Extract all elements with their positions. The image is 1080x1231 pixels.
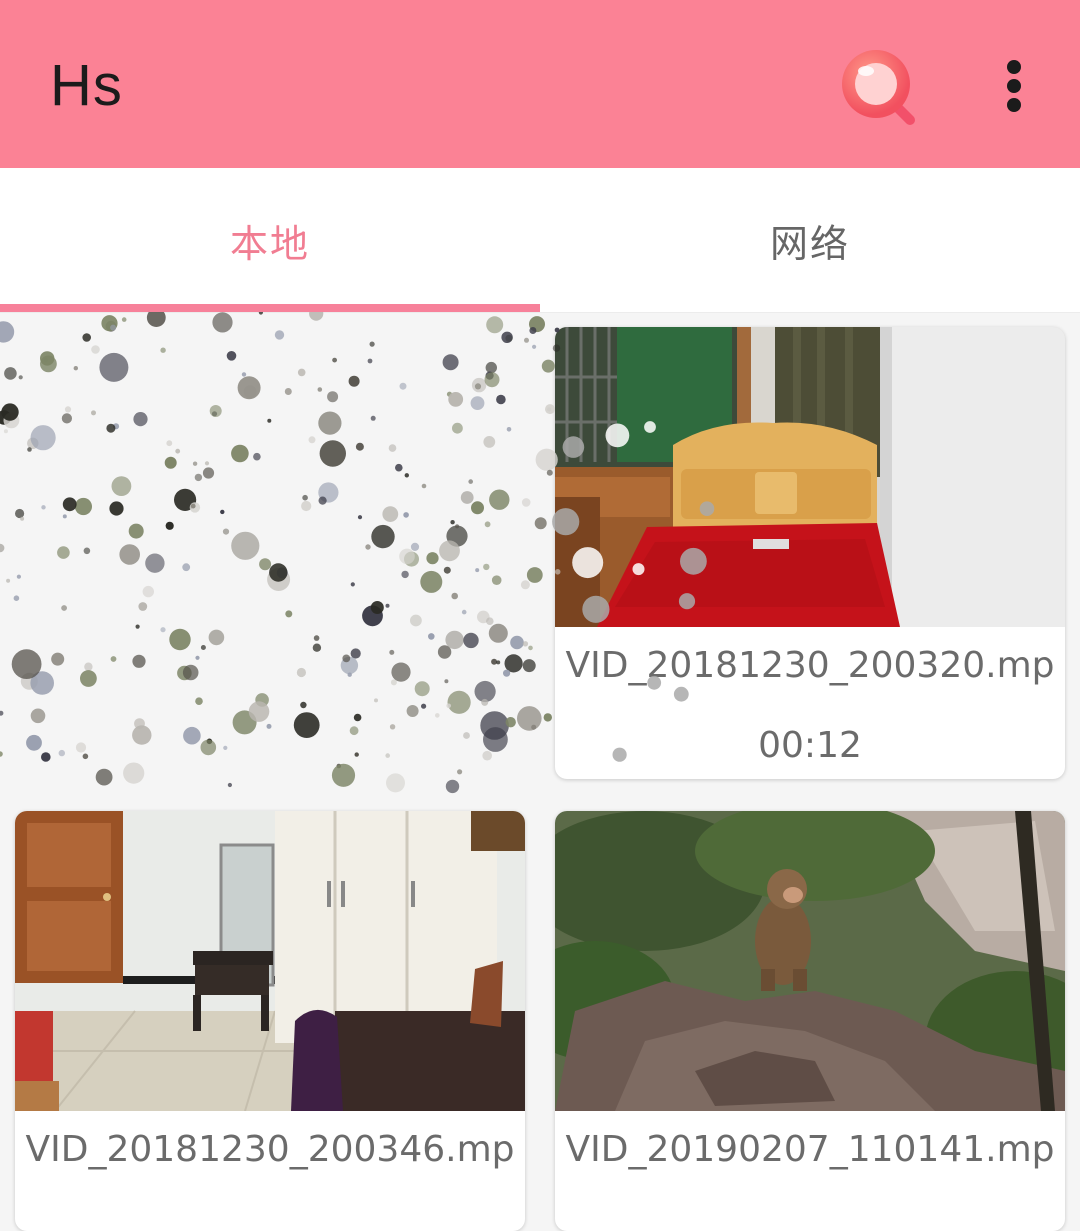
video-card[interactable]: VID_20181230_200320.mp 00:12 bbox=[555, 327, 1065, 779]
app-title: Hs bbox=[50, 53, 123, 118]
video-card[interactable]: VID_20190207_110141.mp bbox=[555, 811, 1065, 1231]
tab-bar: 本地 网络 bbox=[0, 168, 1080, 313]
tab-network[interactable]: 网络 bbox=[540, 168, 1080, 312]
search-icon bbox=[842, 50, 915, 125]
app-bar: Hs bbox=[0, 0, 1080, 168]
video-filename: VID_20181230_200346.mp bbox=[25, 1129, 515, 1170]
video-filename: VID_20190207_110141.mp bbox=[565, 1129, 1055, 1170]
video-filename: VID_20181230_200320.mp bbox=[565, 645, 1055, 686]
more-options-button[interactable] bbox=[990, 52, 1038, 118]
video-card[interactable]: VID_20181230_200346.mp bbox=[15, 811, 525, 1231]
video-thumbnail bbox=[555, 811, 1065, 1111]
video-thumbnail bbox=[15, 811, 525, 1111]
video-thumbnail bbox=[555, 327, 1065, 627]
search-button[interactable] bbox=[836, 44, 920, 128]
tab-indicator bbox=[0, 304, 540, 312]
video-grid: VID_20181230_200320.mp 00:12 VID_2018123… bbox=[0, 312, 1080, 1231]
more-vert-icon bbox=[1007, 60, 1021, 74]
tab-local[interactable]: 本地 bbox=[0, 168, 540, 312]
video-duration: 00:12 bbox=[758, 725, 862, 766]
